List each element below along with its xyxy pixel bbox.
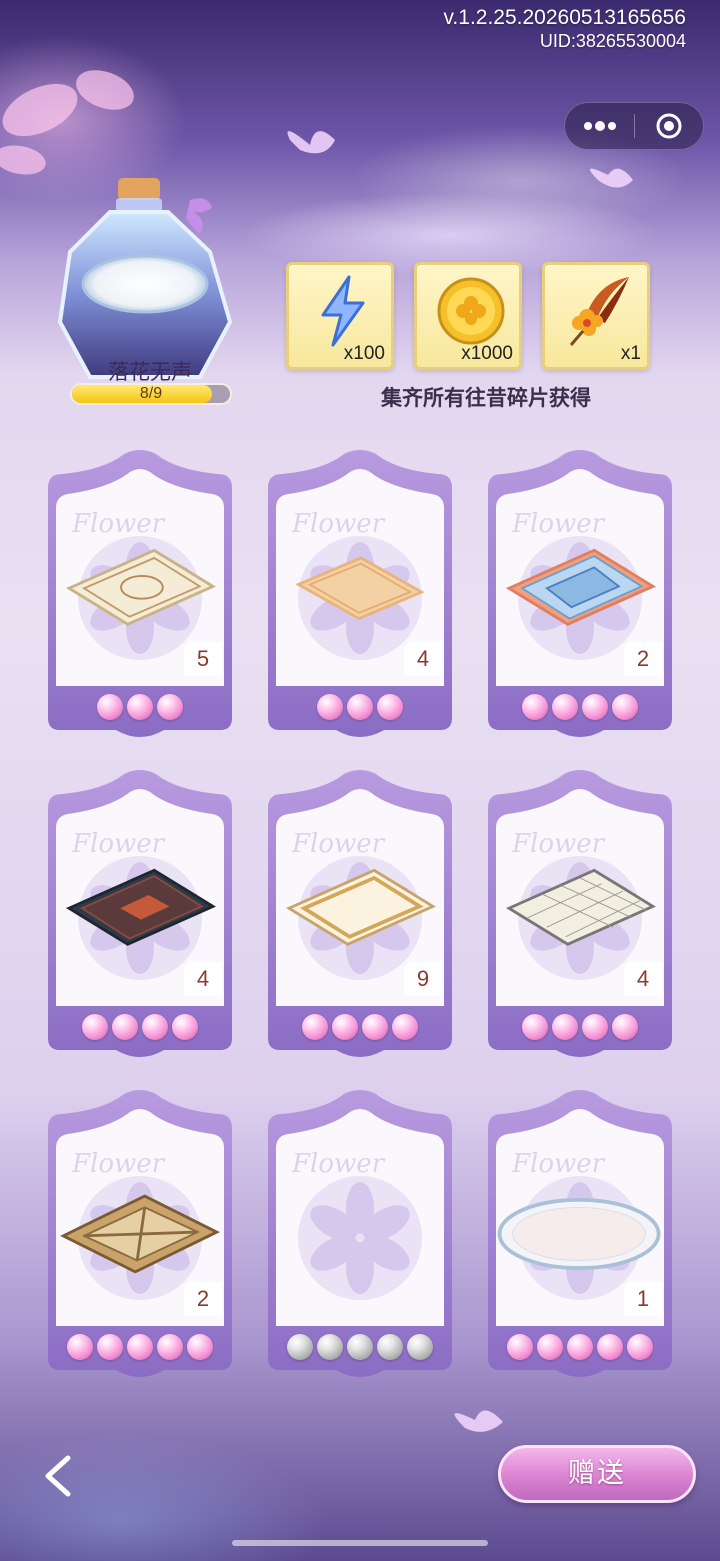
pearl-icon — [597, 1334, 623, 1360]
card-watermark: Flower — [291, 1149, 386, 1179]
pearl-icon — [127, 1334, 153, 1360]
pearl-icon — [362, 1014, 388, 1040]
pearl-icon — [172, 1014, 198, 1040]
reward-count: x1 — [620, 343, 641, 364]
back-arrow-icon — [45, 1455, 71, 1497]
pearl-icon — [552, 1014, 578, 1040]
rarity-pearls — [484, 1014, 676, 1044]
progress-text: 8/9 — [139, 385, 163, 402]
fragment-card[interactable]: Flower 2 — [44, 1088, 236, 1384]
miniapp-capsule — [564, 102, 704, 150]
pearl-icon — [582, 694, 608, 720]
rarity-pearls — [264, 1014, 456, 1044]
rarity-pearls — [44, 1014, 236, 1044]
reward-energy[interactable]: x100 — [286, 262, 394, 370]
pearl-icon — [567, 1334, 593, 1360]
pearl-icon — [157, 694, 183, 720]
reward-caption: 集齐所有往昔碎片获得 — [381, 385, 591, 410]
pearl-icon — [407, 1334, 433, 1360]
flower-hairpin-icon — [569, 277, 629, 346]
pearl-icon — [332, 1014, 358, 1040]
fragment-card[interactable]: Flower — [264, 1088, 456, 1384]
rarity-pearls — [44, 694, 236, 724]
gold-coin-icon — [437, 277, 505, 345]
fragment-count: 2 — [184, 1282, 222, 1316]
pearl-icon — [347, 1334, 373, 1360]
pearl-icon — [507, 1334, 533, 1360]
reward-count: x100 — [343, 343, 385, 364]
collection-progress-bar: 8/9 — [70, 383, 232, 405]
pearl-icon — [317, 694, 343, 720]
pearl-icon — [302, 1014, 328, 1040]
fragment-count: 4 — [184, 962, 222, 996]
fragment-count: 1 — [624, 1282, 662, 1316]
rarity-pearls — [264, 1334, 456, 1364]
pearl-icon — [157, 1334, 183, 1360]
reward-coin[interactable]: x1000 — [414, 262, 522, 370]
lightning-energy-icon — [321, 275, 365, 347]
pearl-icon — [112, 1014, 138, 1040]
pearl-icon — [377, 694, 403, 720]
close-miniapp-button[interactable] — [635, 102, 703, 150]
pearl-icon — [522, 694, 548, 720]
pearl-icon — [67, 1334, 93, 1360]
pearl-icon — [287, 1334, 313, 1360]
fragment-count: 2 — [624, 642, 662, 676]
target-circle-icon — [656, 113, 682, 139]
fragment-count: 4 — [624, 962, 662, 996]
pearl-icon — [142, 1014, 168, 1040]
pearl-icon — [552, 694, 578, 720]
pearl-icon — [97, 1334, 123, 1360]
collection-name: 落花无声 — [108, 360, 192, 384]
fragment-card[interactable]: Flower 1 — [484, 1088, 676, 1384]
pearl-icon — [627, 1334, 653, 1360]
back-button[interactable] — [30, 1448, 86, 1504]
rarity-pearls — [264, 694, 456, 724]
pearl-icon — [392, 1014, 418, 1040]
uid-text: UID:38265530004 — [539, 31, 686, 51]
fragment-count: 5 — [184, 642, 222, 676]
pearl-icon — [187, 1334, 213, 1360]
rarity-pearls — [484, 694, 676, 724]
rarity-pearls — [484, 1334, 676, 1364]
pearl-icon — [612, 694, 638, 720]
fragment-count: 9 — [404, 962, 442, 996]
pearl-icon — [612, 1014, 638, 1040]
pearl-icon — [347, 694, 373, 720]
pearl-icon — [537, 1334, 563, 1360]
pearl-icon — [97, 694, 123, 720]
fragment-card[interactable]: Flower 4 — [264, 448, 456, 744]
reward-hairpin[interactable]: x1 — [542, 262, 650, 370]
version-text: v.1.2.25.20260513165656 — [443, 6, 686, 29]
gift-button[interactable]: 赠送 — [498, 1445, 696, 1503]
fragment-count: 4 — [404, 642, 442, 676]
pearl-icon — [317, 1334, 343, 1360]
home-indicator[interactable] — [232, 1540, 488, 1546]
fragment-card[interactable]: Flower 9 — [264, 768, 456, 1064]
more-button[interactable] — [565, 102, 634, 150]
more-dots-icon — [583, 121, 616, 131]
pearl-icon — [582, 1014, 608, 1040]
fragment-card[interactable]: Flower 2 — [484, 448, 676, 744]
pearl-icon — [522, 1014, 548, 1040]
fragment-card[interactable]: Flower 4 — [484, 768, 676, 1064]
reward-count: x1000 — [461, 343, 513, 364]
fragment-card[interactable]: Flower 5 — [44, 448, 236, 744]
rarity-pearls — [44, 1334, 236, 1364]
version-info: v.1.2.25.20260513165656 UID:38265530004 — [443, 6, 686, 52]
fragment-card[interactable]: Flower 4 — [44, 768, 236, 1064]
pearl-icon — [127, 694, 153, 720]
pearl-icon — [377, 1334, 403, 1360]
pearl-icon — [82, 1014, 108, 1040]
